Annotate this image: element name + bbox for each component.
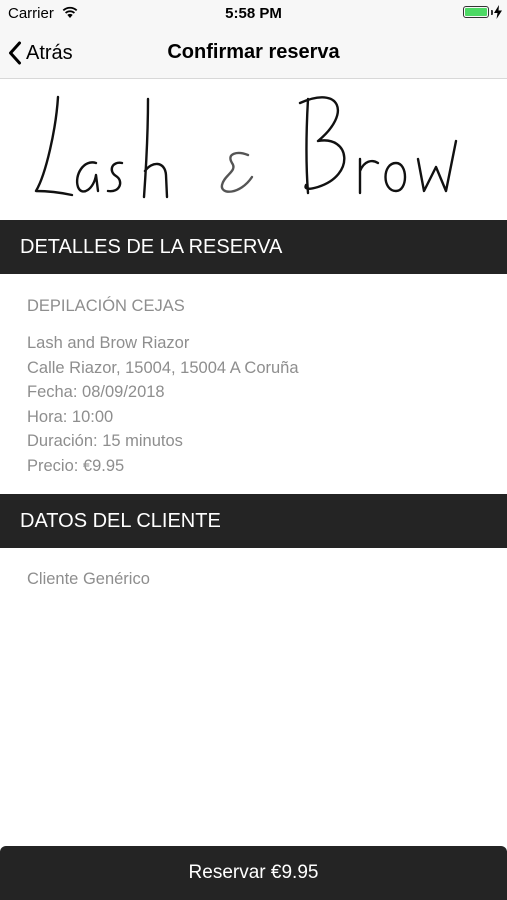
reserve-button[interactable]: Reservar €9.95 bbox=[0, 846, 507, 900]
battery-icon bbox=[463, 6, 489, 18]
page-title: Confirmar reserva bbox=[167, 41, 340, 63]
booking-details-header: DETALLES DE LA RESERVA bbox=[0, 220, 507, 274]
brand-logo bbox=[0, 79, 507, 220]
navigation-bar: Atrás Confirmar reserva bbox=[0, 28, 507, 79]
booking-date: Fecha: 08/09/2018 bbox=[27, 383, 165, 401]
booking-price: Precio: €9.95 bbox=[27, 456, 125, 475]
service-name: DEPILACIÓN CEJAS bbox=[27, 297, 185, 315]
booking-details: DEPILACIÓN CEJAS Lash and Brow Riazor Ca… bbox=[27, 295, 487, 478]
booking-duration: Duración: 15 minutos bbox=[27, 432, 183, 450]
status-bar: Carrier 5:58 PM bbox=[0, 0, 507, 28]
lash-and-brow-logo bbox=[34, 95, 458, 199]
status-time: 5:58 PM bbox=[225, 5, 282, 22]
salon-address: Calle Riazor, 15004, 15004 A Coruña bbox=[27, 358, 299, 377]
charging-bolt-icon bbox=[494, 5, 502, 19]
booking-time: Hora: 10:00 bbox=[27, 407, 114, 426]
client-name: Cliente Genérico bbox=[27, 570, 150, 588]
battery-tip bbox=[491, 10, 493, 15]
client-data-header: DATOS DEL CLIENTE bbox=[0, 494, 507, 548]
salon-name: Lash and Brow Riazor bbox=[27, 334, 190, 352]
